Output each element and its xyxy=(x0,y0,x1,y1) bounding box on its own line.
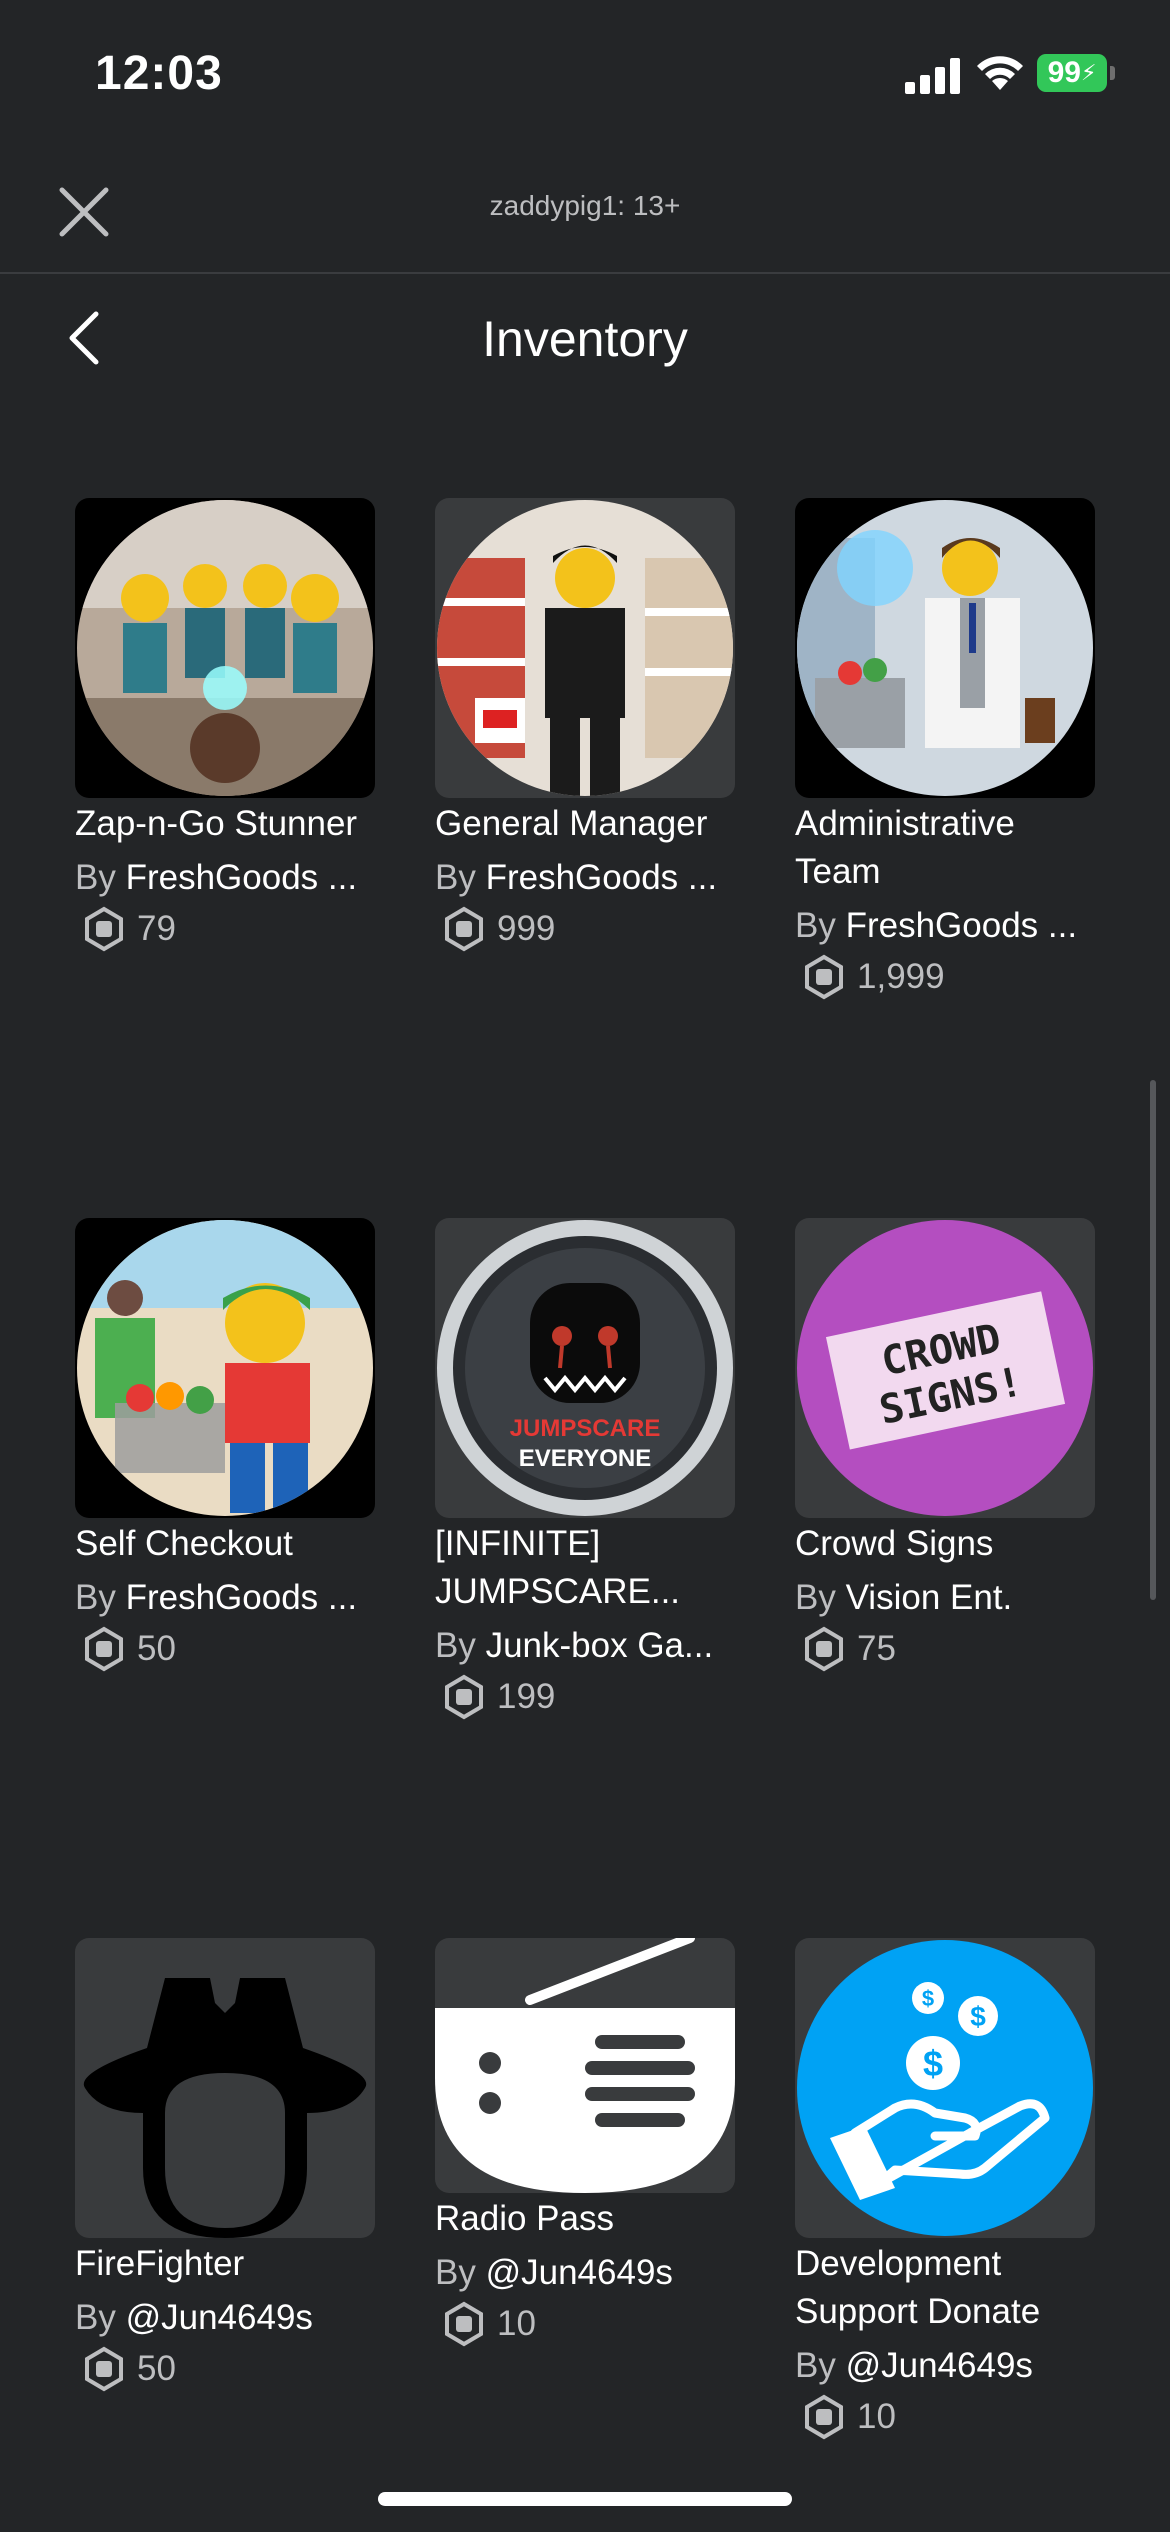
checkout-thumbnail xyxy=(75,1218,375,1518)
item-name: Self Checkout xyxy=(75,1524,293,1563)
svg-text:$: $ xyxy=(970,2001,986,2032)
manager-thumbnail xyxy=(435,498,735,798)
top-nav: zaddypig1: 13+ xyxy=(0,140,1170,274)
inventory-item[interactable]: JUMPSCARE EVERYONE [INFINITE] JUMPSCARE.… xyxy=(435,1218,735,1720)
robux-icon xyxy=(445,2301,483,2347)
creator-name: Vision Ent. xyxy=(845,1578,1013,1617)
item-creator: By FreshGoods ... xyxy=(435,856,735,900)
by-label: By xyxy=(435,2253,476,2292)
inventory-item[interactable]: Self Checkout By FreshGoods ... 50 xyxy=(75,1218,375,1672)
inventory-item[interactable]: $ $ $ Development Support Donate By @Jun… xyxy=(795,1938,1095,2440)
page-header: Inventory xyxy=(0,274,1170,404)
wifi-icon xyxy=(977,56,1023,90)
item-price: 999 xyxy=(435,906,735,952)
robux-icon xyxy=(805,954,843,1000)
item-creator: By FreshGoods ... xyxy=(75,856,375,900)
inventory-item[interactable]: Administrative Team By FreshGoods ... 1,… xyxy=(795,498,1095,1000)
creator-name: @Jun4649s xyxy=(485,2253,673,2292)
inventory-item[interactable]: Zap-n-Go Stunner By FreshGoods ... 79 xyxy=(75,498,375,952)
item-price: 75 xyxy=(795,1626,1095,1672)
home-indicator[interactable] xyxy=(378,2492,792,2506)
item-name: Crowd Signs xyxy=(795,1524,994,1563)
account-label: zaddypig1: 13+ xyxy=(489,190,681,221)
price-value: 199 xyxy=(497,1677,556,1716)
robux-icon xyxy=(445,1674,483,1720)
by-label: By xyxy=(75,1578,116,1617)
svg-text:$: $ xyxy=(922,1986,934,2011)
cellular-signal-icon xyxy=(905,58,963,94)
inventory-item[interactable]: Radio Pass By @Jun4649s 10 xyxy=(435,1938,735,2347)
item-creator: By @Jun4649s xyxy=(795,2344,1095,2388)
scrollbar[interactable] xyxy=(1150,1080,1156,1600)
item-price: 50 xyxy=(75,1626,375,1672)
item-name: Administrative Team xyxy=(795,804,1015,891)
creator-name: FreshGoods ... xyxy=(125,858,358,897)
police-stun-thumbnail xyxy=(75,498,375,798)
creator-name: FreshGoods ... xyxy=(485,858,718,897)
item-price: 79 xyxy=(75,906,375,952)
donate-hand-icon: $ $ $ xyxy=(795,1938,1095,2238)
item-creator: By Junk-box Ga... xyxy=(435,1624,735,1668)
jumpscare-thumb-text: JUMPSCARE xyxy=(510,1415,661,1442)
price-value: 10 xyxy=(857,2397,896,2436)
by-label: By xyxy=(75,2298,116,2337)
status-time: 12:03 xyxy=(95,47,223,100)
price-value: 1,999 xyxy=(857,957,945,996)
item-creator: By @Jun4649s xyxy=(435,2251,735,2295)
radio-icon xyxy=(435,1938,735,2193)
item-creator: By Vision Ent. xyxy=(795,1576,1095,1620)
admin-thumbnail xyxy=(795,498,1095,798)
battery-icon: 99 ⚡ xyxy=(1037,54,1107,92)
robux-icon xyxy=(445,906,483,952)
crowd-signs-thumbnail: CROWD SIGNS! xyxy=(795,1218,1095,1518)
item-creator: By FreshGoods ... xyxy=(795,904,1095,948)
item-price: 50 xyxy=(75,2346,375,2392)
by-label: By xyxy=(435,1626,476,1665)
robux-icon xyxy=(85,1626,123,1672)
item-name: FireFighter xyxy=(75,2244,245,2283)
price-value: 50 xyxy=(137,2349,176,2388)
jumpscare-thumbnail: JUMPSCARE EVERYONE xyxy=(435,1218,735,1518)
price-value: 999 xyxy=(497,909,556,948)
creator-name: Junk-box Ga... xyxy=(485,1626,714,1665)
creator-name: FreshGoods ... xyxy=(845,906,1078,945)
battery-cap xyxy=(1110,66,1115,80)
item-name: Development Support Donate xyxy=(795,2244,1041,2331)
by-label: By xyxy=(435,858,476,897)
inventory-item[interactable]: FireFighter By @Jun4649s 50 xyxy=(75,1938,375,2392)
inventory-item[interactable]: General Manager By FreshGoods ... 999 xyxy=(435,498,735,952)
creator-name: @Jun4649s xyxy=(125,2298,313,2337)
price-value: 10 xyxy=(497,2304,536,2343)
svg-text:$: $ xyxy=(923,2043,943,2084)
by-label: By xyxy=(795,906,836,945)
robux-icon xyxy=(85,2346,123,2392)
item-name: [INFINITE] JUMPSCARE... xyxy=(435,1524,681,1611)
everyone-thumb-text: EVERYONE xyxy=(519,1445,651,1472)
robux-icon xyxy=(805,2394,843,2440)
item-creator: By FreshGoods ... xyxy=(75,1576,375,1620)
by-label: By xyxy=(795,2346,836,2385)
robux-icon xyxy=(85,906,123,952)
item-name: Zap-n-Go Stunner xyxy=(75,804,358,843)
price-value: 75 xyxy=(857,1629,896,1668)
by-label: By xyxy=(75,858,116,897)
price-value: 50 xyxy=(137,1629,176,1668)
item-name: Radio Pass xyxy=(435,2199,614,2238)
price-value: 79 xyxy=(137,909,176,948)
item-name: General Manager xyxy=(435,804,708,843)
page-title: Inventory xyxy=(482,311,688,367)
battery-level: 99 xyxy=(1047,56,1081,89)
by-label: By xyxy=(795,1578,836,1617)
item-price: 1,999 xyxy=(795,954,1095,1000)
robux-icon xyxy=(805,1626,843,1672)
item-price: 199 xyxy=(435,1674,735,1720)
status-bar: 12:03 99 ⚡ xyxy=(0,0,1170,140)
creator-name: FreshGoods ... xyxy=(125,1578,358,1617)
item-price: 10 xyxy=(795,2394,1095,2440)
creator-name: @Jun4649s xyxy=(845,2346,1033,2385)
item-creator: By @Jun4649s xyxy=(75,2296,375,2340)
inventory-item[interactable]: CROWD SIGNS! Crowd Signs By Vision Ent. … xyxy=(795,1218,1095,1672)
item-price: 10 xyxy=(435,2301,735,2347)
firefighter-helmet-icon xyxy=(75,1938,375,2238)
